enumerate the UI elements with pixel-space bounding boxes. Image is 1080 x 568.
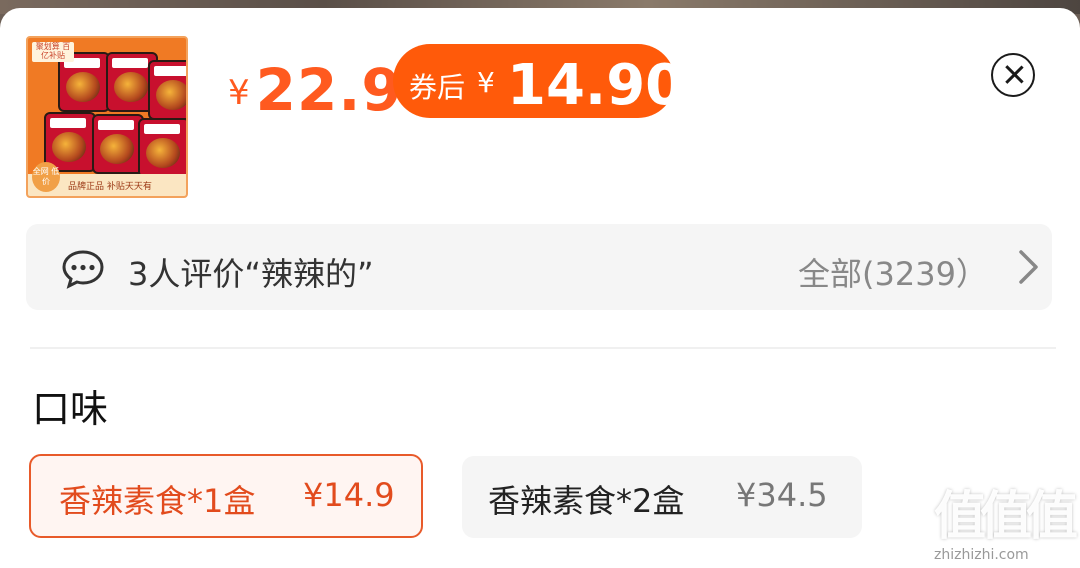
coupon-price-pill: 券后 ¥ 14.90 — [393, 44, 684, 118]
option-name: 香辣素食*1盒 — [59, 482, 256, 520]
currency-symbol: ¥ — [228, 73, 250, 113]
watermark-site: zhizhizhi.com — [934, 547, 1029, 563]
close-icon[interactable] — [991, 53, 1035, 97]
package-image — [148, 60, 186, 120]
flavor-section-title: 口味 — [32, 387, 109, 431]
all-reviews-link[interactable]: 全部(3239） — [798, 249, 988, 295]
option-price: ¥14.9 — [303, 476, 395, 514]
section-divider — [30, 347, 1056, 349]
flavor-option-selected[interactable]: 香辣素食*1盒 ¥14.9 — [29, 454, 423, 538]
package-image — [138, 118, 186, 178]
thumbnail-caption: 品牌正品 补贴天天有 — [68, 182, 152, 192]
package-image — [92, 114, 144, 174]
review-summary-bar[interactable]: 3人评价“辣辣的” 全部(3239） — [26, 224, 1052, 310]
chevron-right-icon — [1019, 250, 1038, 284]
price-value: 22.9 — [255, 56, 403, 124]
chat-bubble-icon — [62, 250, 104, 289]
coupon-price-value: 14.90 — [507, 53, 685, 118]
option-price: ¥34.5 — [736, 476, 828, 514]
original-price: ¥22.9 — [228, 56, 403, 124]
flavor-option[interactable]: 香辣素食*2盒 ¥34.5 — [462, 456, 862, 538]
coupon-label: 券后 — [409, 71, 466, 104]
low-price-badge: 全网 低价 — [32, 162, 60, 192]
product-thumbnail[interactable]: 聚划算 百亿补贴 品牌正品 补贴天天有 全网 低价 — [26, 36, 188, 198]
coupon-currency: ¥ — [477, 66, 495, 99]
subsidy-badge: 聚划算 百亿补贴 — [32, 42, 74, 62]
review-keyword-text: 3人评价“辣辣的” — [128, 255, 374, 293]
watermark: 值值值 zhizhizhi.com — [934, 474, 1078, 563]
option-name: 香辣素食*2盒 — [488, 482, 685, 520]
watermark-logo: 值值值 — [934, 487, 1078, 547]
